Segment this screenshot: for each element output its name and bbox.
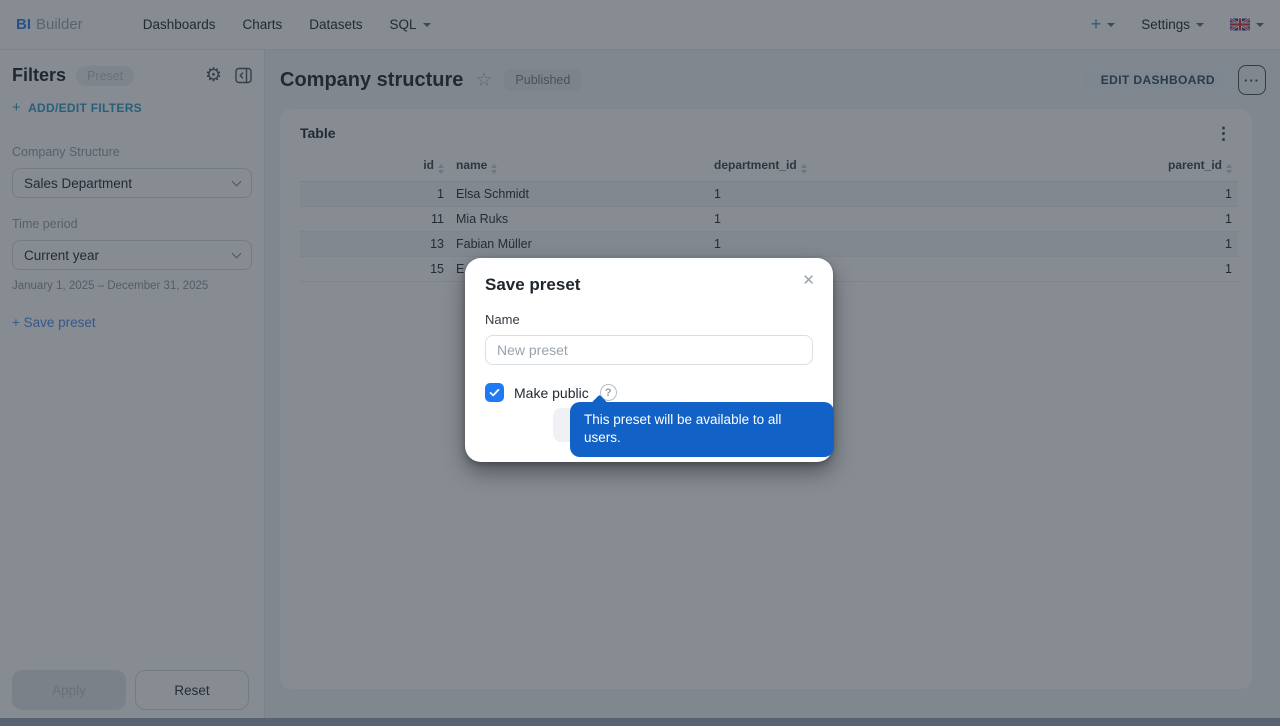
make-public-tooltip: This preset will be available to all use… xyxy=(570,402,834,457)
dialog-title: Save preset xyxy=(485,275,581,294)
preset-name-input[interactable] xyxy=(485,335,813,365)
save-preset-dialog: Save preset ✕ Name Make public ? This pr… xyxy=(465,258,834,462)
close-icon[interactable]: ✕ xyxy=(802,273,815,288)
make-public-checkbox[interactable] xyxy=(485,383,504,402)
make-public-label: Make public xyxy=(514,384,589,401)
checkmark-icon xyxy=(489,388,500,397)
name-field-label: Name xyxy=(485,312,520,327)
